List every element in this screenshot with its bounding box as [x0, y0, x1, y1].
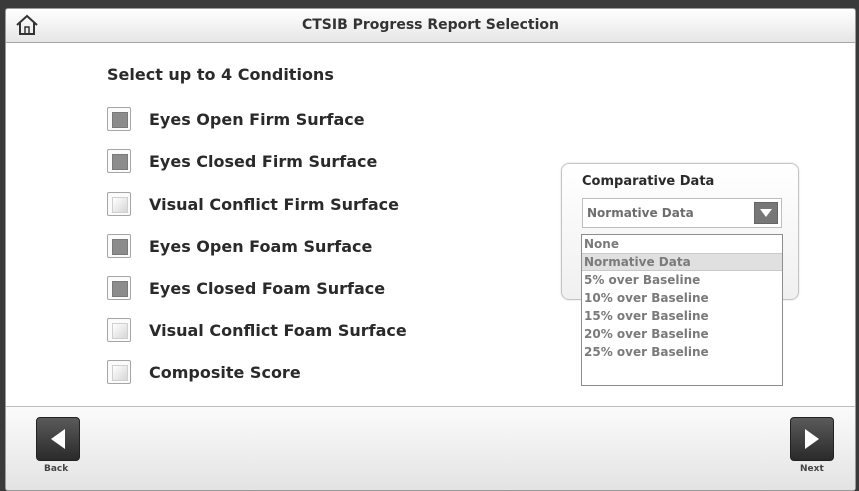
comparative-data-dropdown-list: None Normative Data 5% over Baseline 10%… — [581, 234, 783, 386]
option-25-over-baseline[interactable]: 25% over Baseline — [582, 343, 782, 361]
back-label: Back — [44, 464, 69, 474]
condition-label: Eyes Open Firm Surface — [149, 109, 365, 129]
arrow-right-icon — [805, 429, 819, 449]
condition-label: Composite Score — [149, 362, 301, 382]
next-label: Next — [800, 464, 824, 474]
condition-checkbox[interactable] — [107, 192, 131, 216]
condition-eyes-open-foam[interactable]: Eyes Open Foam Surface — [107, 231, 372, 261]
condition-label: Visual Conflict Firm Surface — [149, 194, 399, 214]
home-icon — [16, 14, 38, 35]
select-value: Normative Data — [587, 206, 694, 220]
condition-visual-conflict-foam[interactable]: Visual Conflict Foam Surface — [107, 315, 407, 345]
condition-composite-score[interactable]: Composite Score — [107, 357, 301, 387]
app-window: CTSIB Progress Report Selection Select u… — [5, 8, 856, 491]
page-title: CTSIB Progress Report Selection — [301, 17, 560, 33]
option-20-over-baseline[interactable]: 20% over Baseline — [582, 325, 782, 343]
option-5-over-baseline[interactable]: 5% over Baseline — [582, 271, 782, 289]
next-button[interactable] — [790, 417, 834, 461]
comparative-data-select[interactable]: Normative Data — [582, 198, 782, 228]
arrow-left-icon — [51, 429, 65, 449]
conditions-heading: Select up to 4 Conditions — [107, 65, 334, 84]
condition-checkbox[interactable] — [107, 107, 131, 131]
title-bar: CTSIB Progress Report Selection — [6, 9, 855, 43]
back-button[interactable] — [36, 417, 80, 461]
option-15-over-baseline[interactable]: 15% over Baseline — [582, 307, 782, 325]
comparative-data-label: Comparative Data — [582, 174, 715, 189]
condition-checkbox[interactable] — [107, 234, 131, 258]
condition-label: Visual Conflict Foam Surface — [149, 320, 407, 340]
main-content: Select up to 4 Conditions Eyes Open Firm… — [6, 43, 855, 406]
condition-eyes-open-firm[interactable]: Eyes Open Firm Surface — [107, 104, 365, 134]
option-normative-data[interactable]: Normative Data — [582, 253, 782, 271]
condition-checkbox[interactable] — [107, 276, 131, 300]
condition-label: Eyes Closed Firm Surface — [149, 151, 378, 171]
condition-visual-conflict-firm[interactable]: Visual Conflict Firm Surface — [107, 189, 399, 219]
condition-checkbox[interactable] — [107, 149, 131, 173]
condition-checkbox[interactable] — [107, 318, 131, 342]
condition-label: Eyes Closed Foam Surface — [149, 278, 386, 298]
condition-checkbox[interactable] — [107, 360, 131, 384]
dropdown-arrow-button[interactable] — [754, 202, 778, 224]
chevron-down-icon — [760, 209, 772, 217]
option-none[interactable]: None — [582, 235, 782, 253]
condition-eyes-closed-firm[interactable]: Eyes Closed Firm Surface — [107, 146, 377, 176]
home-button[interactable] — [14, 13, 40, 37]
footer-bar: Back Next — [6, 406, 855, 490]
condition-eyes-closed-foam[interactable]: Eyes Closed Foam Surface — [107, 273, 385, 303]
condition-label: Eyes Open Foam Surface — [149, 236, 373, 256]
option-10-over-baseline[interactable]: 10% over Baseline — [582, 289, 782, 307]
